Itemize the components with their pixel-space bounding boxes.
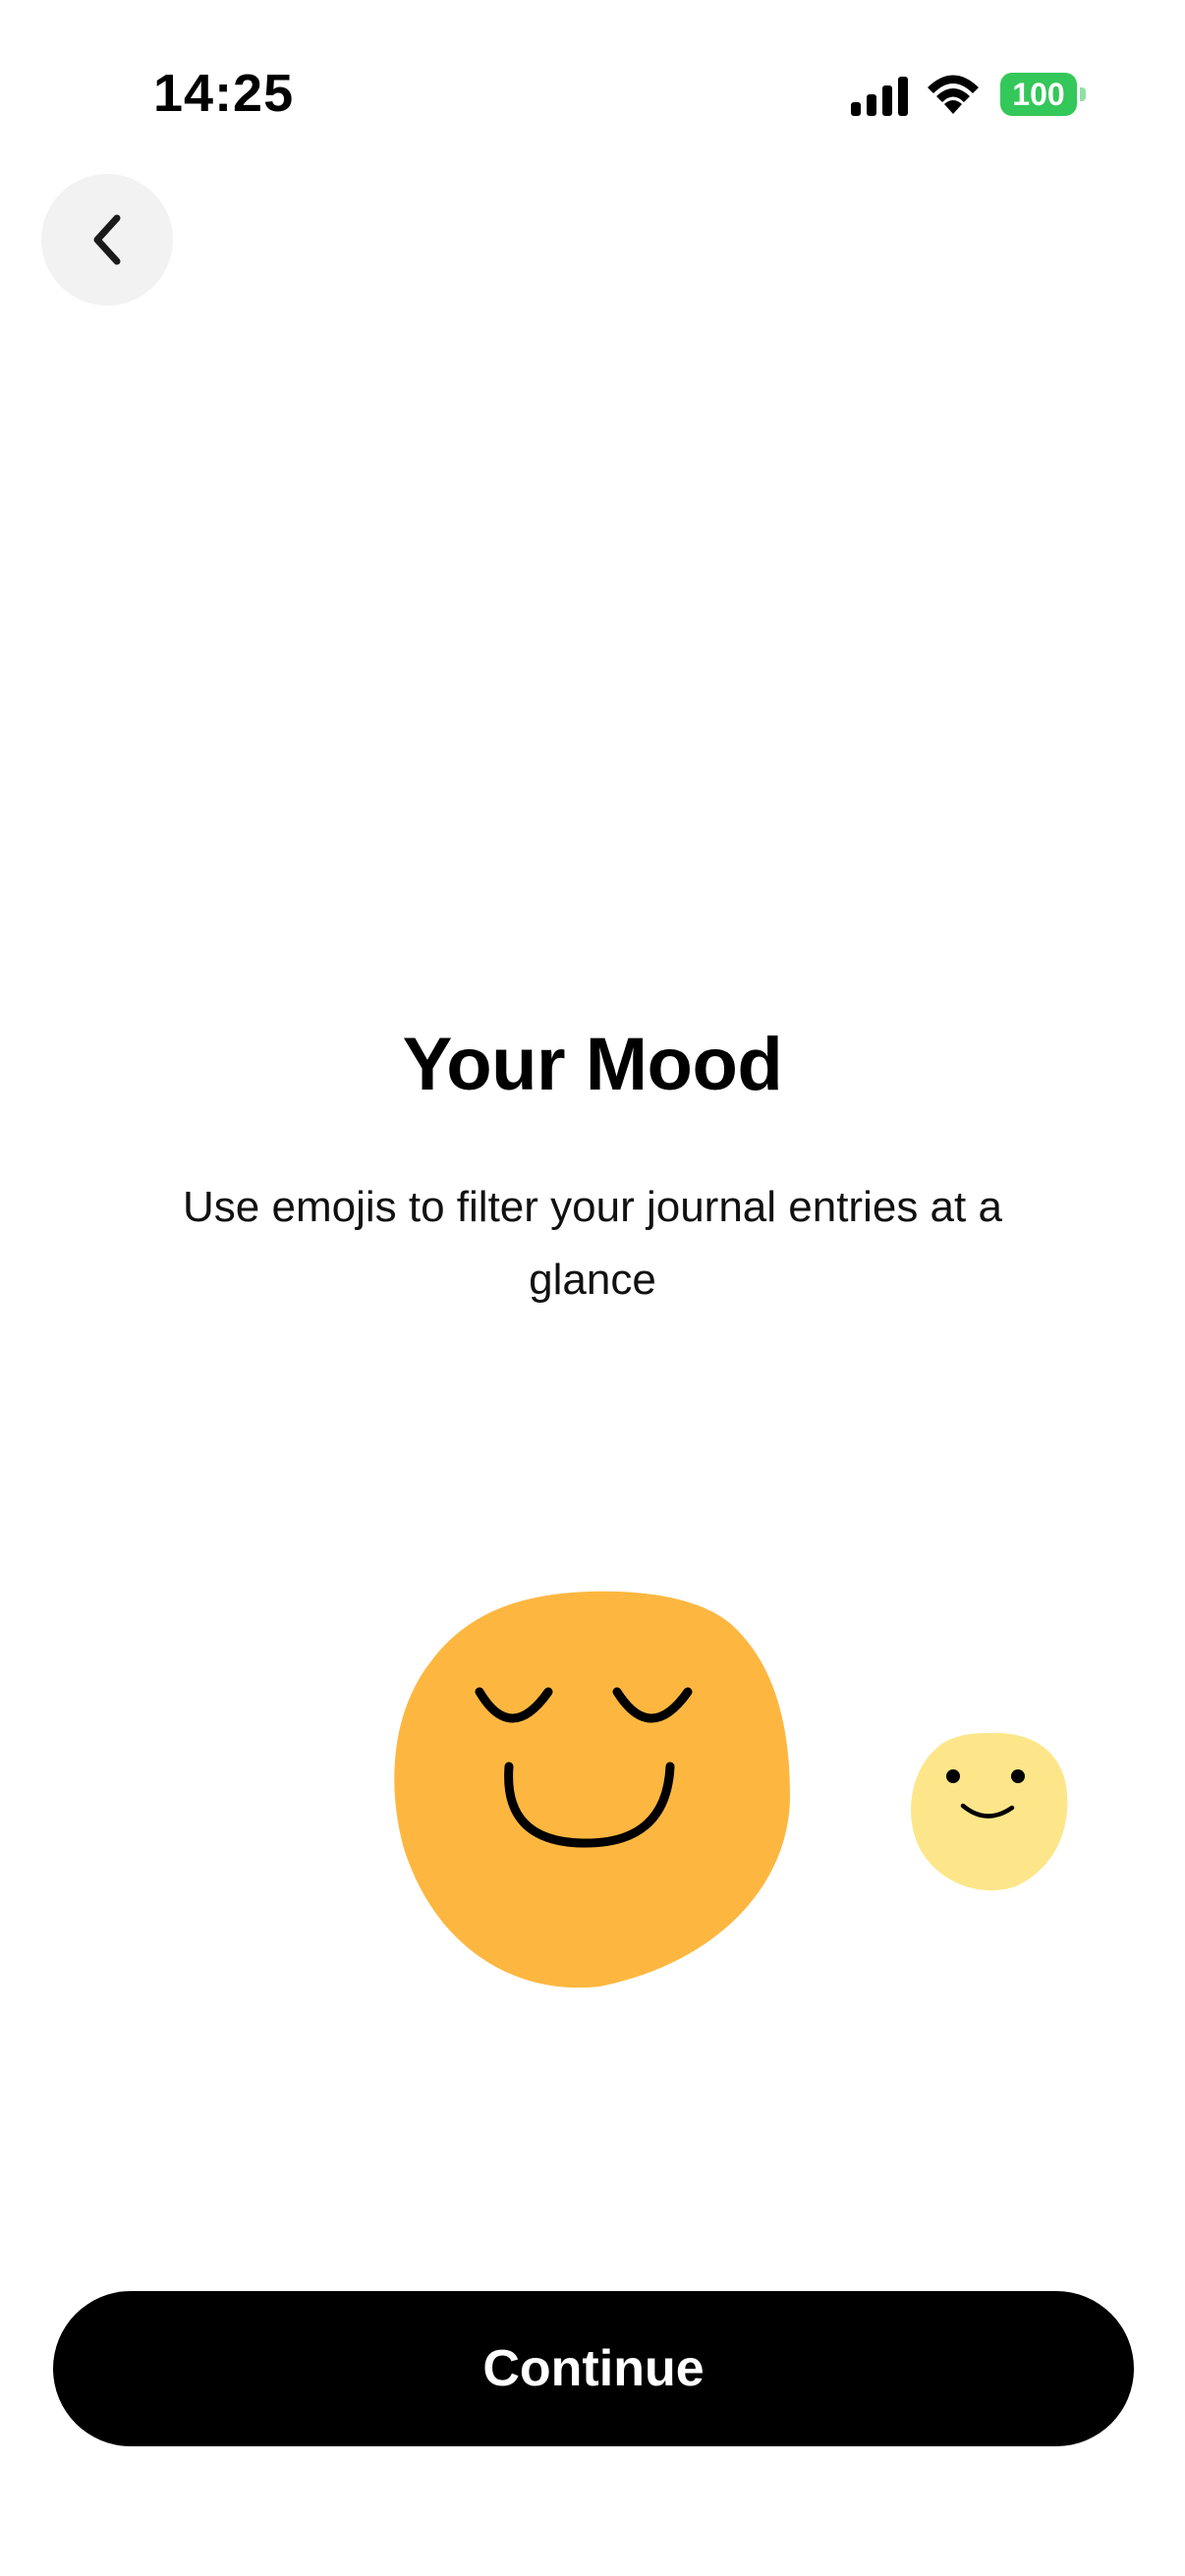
status-time: 14:25 [153,64,295,123]
smiling-face-emoji [911,1732,1068,1891]
page-subtitle: Use emojis to filter your journal entrie… [183,1183,1002,1304]
page-title: Your Mood [402,1023,783,1106]
back-button[interactable] [41,174,173,306]
chevron-left-icon [93,214,121,265]
wifi-icon [928,75,979,114]
battery-icon: 100 [1000,73,1077,116]
content-face-emoji [394,1591,790,1988]
battery-cap [1080,87,1086,101]
signal-icon [851,77,908,116]
status-bar: 14:25 100 [0,0,1185,187]
continue-button[interactable]: Continue [53,2291,1134,2446]
